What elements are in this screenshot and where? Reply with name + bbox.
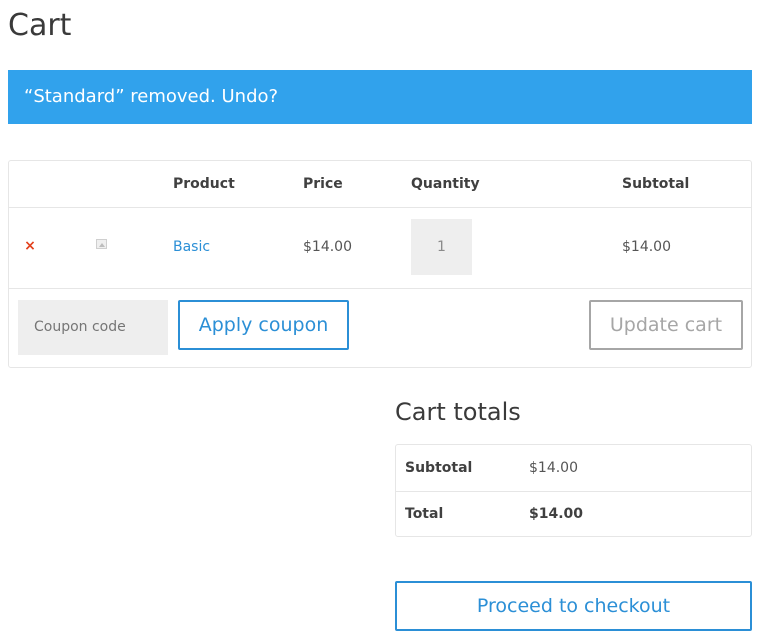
cart-actions: Apply coupon Update cart bbox=[9, 288, 751, 368]
coupon-code-input[interactable] bbox=[18, 300, 168, 355]
subtotal-value: $14.00 bbox=[529, 460, 578, 476]
apply-coupon-button[interactable]: Apply coupon bbox=[178, 300, 349, 350]
proceed-to-checkout-button[interactable]: Proceed to checkout bbox=[395, 581, 752, 631]
product-subtotal: $14.00 bbox=[622, 239, 671, 255]
close-icon[interactable]: × bbox=[23, 239, 37, 253]
notice-message: “Standard” removed. bbox=[24, 86, 216, 107]
cart-table-header: Product Price Quantity Subtotal bbox=[9, 161, 751, 208]
product-name: Basic bbox=[173, 207, 210, 288]
column-header-quantity: Quantity bbox=[411, 176, 480, 192]
product-link[interactable]: Basic bbox=[173, 239, 210, 255]
cart-table: Product Price Quantity Subtotal × Basic … bbox=[8, 160, 752, 368]
subtotal-label: Subtotal bbox=[405, 460, 473, 476]
quantity-input[interactable] bbox=[411, 219, 472, 275]
page-title: Cart bbox=[8, 8, 72, 43]
totals-row-total: Total $14.00 bbox=[396, 491, 751, 537]
totals-row-subtotal: Subtotal $14.00 bbox=[396, 445, 751, 492]
column-header-subtotal: Subtotal bbox=[622, 176, 690, 192]
total-label: Total bbox=[405, 506, 444, 522]
cart-totals-table: Subtotal $14.00 Total $14.00 bbox=[395, 444, 752, 537]
product-price: $14.00 bbox=[303, 239, 352, 255]
image-placeholder-icon[interactable] bbox=[96, 239, 107, 249]
total-value: $14.00 bbox=[529, 506, 584, 522]
column-header-price: Price bbox=[303, 176, 343, 192]
table-row: × Basic $14.00 $14.00 bbox=[9, 207, 751, 289]
undo-link[interactable]: Undo? bbox=[222, 86, 279, 107]
removed-notice: “Standard” removed. Undo? bbox=[8, 70, 752, 124]
cart-totals-title: Cart totals bbox=[395, 398, 521, 426]
update-cart-button[interactable]: Update cart bbox=[589, 300, 743, 350]
column-header-product: Product bbox=[173, 176, 235, 192]
